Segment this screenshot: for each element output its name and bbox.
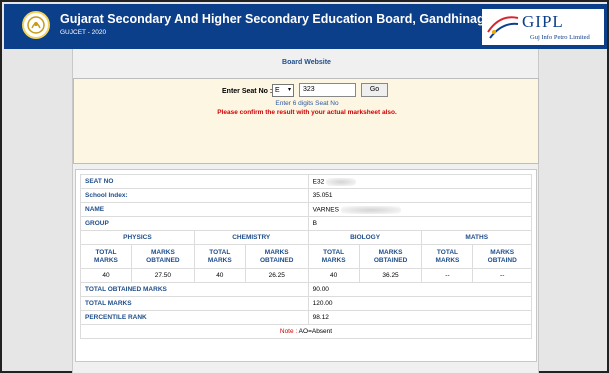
maths-obtained: -- [472,268,532,283]
seat-no-label: SEAT NO [80,174,309,189]
chemistry-obtained: 26.25 [244,268,309,283]
site-title: Gujarat Secondary And Higher Secondary E… [60,12,497,26]
physics-total: 40 [80,268,132,283]
redacted-blur [326,177,357,186]
total-marks-label: TOTAL MARKS [80,296,309,311]
redacted-blur [340,205,401,214]
seat-label: Enter Seat No : [222,88,273,95]
maths-total-header: TOTAL MARKS [421,244,474,269]
result-panel: SEAT NO E32 School Index: 35.051 NAME VA… [75,169,537,362]
physics-obtained-header: MARKS OBTAINED [130,244,195,269]
subject-maths: MATHS [421,230,532,245]
school-index-value: 35.051 [307,188,533,203]
gipl-logo: GIPL Guj Info Petro Limited [482,9,604,45]
table-row: TOTAL MARKS 120.00 [80,296,533,311]
subject-physics: PHYSICS [80,230,195,245]
total-marks-value: 120.00 [307,296,533,311]
physics-total-header: TOTAL MARKS [80,244,132,269]
confirm-warning: Please confirm the result with your actu… [217,109,397,116]
group-label: GROUP [80,216,309,231]
school-index-label: School Index: [80,188,309,203]
table-row: School Index: 35.051 [80,188,533,203]
main-content: Board Website Enter Seat No : E ▾ 323 Go… [72,49,539,373]
table-row: SEAT NO E32 [80,174,533,189]
seat-search-panel: Enter Seat No : E ▾ 323 Go Enter 6 digit… [73,78,539,164]
total-obtained-label: TOTAL OBTAINED MARKS [80,282,309,297]
table-row: TOTAL OBTAINED MARKS 90.00 [80,282,533,297]
gipl-tagline: Guj Info Petro Limited [530,34,590,41]
marks-header-row: TOTAL MARKS MARKS OBTAINED TOTAL MARKS M… [80,244,532,269]
seat-hint: Enter 6 digits Seat No [275,100,339,107]
maths-total: -- [421,268,474,283]
chemistry-obtained-header: MARKS OBTAINED [244,244,309,269]
window-frame: Gujarat Secondary And Higher Secondary E… [0,0,609,373]
biology-total-header: TOTAL MARKS [307,244,360,269]
gipl-name: GIPL [522,12,564,31]
seat-number-input[interactable]: 323 [299,83,356,97]
table-row: GROUP B [80,216,533,231]
result-table: SEAT NO E32 School Index: 35.051 NAME VA… [80,174,533,339]
note-text: AO=Absent [298,328,333,335]
seat-prefix-value: E [275,87,280,94]
note-cell: Note : AO=Absent [80,324,532,339]
group-value: B [307,216,533,231]
subject-chemistry: CHEMISTRY [193,230,309,245]
biology-total: 40 [307,268,360,283]
percentile-label: PERCENTILE RANK [80,310,309,325]
subject-header-row: PHYSICS CHEMISTRY BIOLOGY MATHS [80,230,532,245]
note-label: Note : [279,328,298,335]
site-header: Gujarat Secondary And Higher Secondary E… [4,4,607,49]
seat-no-cell: E32 [307,174,533,189]
total-obtained-value: 90.00 [307,282,533,297]
board-seal-logo [22,11,50,39]
go-button[interactable]: Go [361,83,388,97]
table-row: NAME VARNES [80,202,533,217]
seat-prefix-select[interactable]: E ▾ [272,84,294,97]
subject-biology: BIOLOGY [307,230,423,245]
physics-obtained: 27.50 [130,268,195,283]
board-website-link[interactable]: Board Website [73,59,540,66]
maths-obtained-header: MARKS OBTAIND [472,244,532,269]
percentile-value: 98.12 [307,310,533,325]
name-value: VARNES [312,206,339,214]
name-label: NAME [80,202,309,217]
chevron-down-icon: ▾ [287,87,291,93]
note-row: Note : AO=Absent [80,324,532,339]
seat-no-value: E32 [312,178,325,186]
marks-values-row: 40 27.50 40 26.25 40 36.25 -- -- [80,268,532,283]
table-row: PERCENTILE RANK 98.12 [80,310,533,325]
chemistry-total: 40 [193,268,246,283]
exam-subtitle: GUJCET - 2020 [60,29,107,36]
chemistry-total-header: TOTAL MARKS [193,244,246,269]
biology-obtained: 36.25 [358,268,423,283]
biology-obtained-header: MARKS OBTAINED [358,244,423,269]
name-cell: VARNES [307,202,533,217]
